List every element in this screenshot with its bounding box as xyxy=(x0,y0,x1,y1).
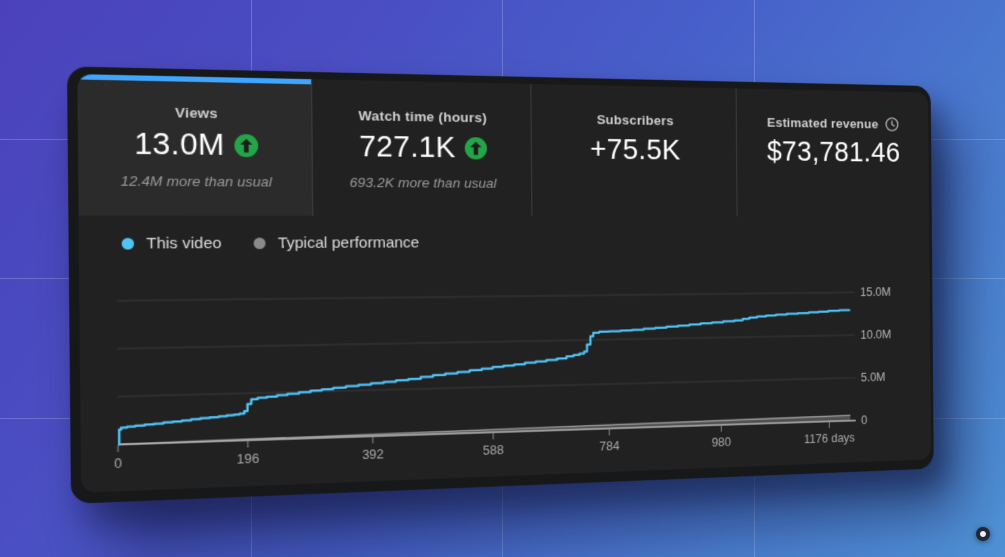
y-tick-label: 5.0M xyxy=(861,370,886,384)
tab-label: Views xyxy=(78,102,312,123)
x-tick-label: 980 xyxy=(712,435,732,450)
metric-value: 13.0M xyxy=(134,126,225,162)
views-line-chart[interactable]: 0 196 392 588 784 980 1176 days 15.0M 10.0M 5.0M 0 xyxy=(96,278,918,483)
y-gridline xyxy=(117,335,855,349)
up-arrow-icon xyxy=(234,134,259,158)
typical-performance-line xyxy=(118,415,850,444)
legend-dot-typical-performance xyxy=(254,237,266,250)
cursor-indicator xyxy=(976,527,990,541)
x-tick-label: 196 xyxy=(237,451,260,467)
legend-item-this-video: This video xyxy=(121,234,222,253)
x-tick-label: 392 xyxy=(362,446,384,462)
tab-label: Estimated revenue xyxy=(737,114,929,132)
legend-label: This video xyxy=(146,234,222,253)
tab-watch-time[interactable]: Watch time (hours) 727.1K 693.2K more th… xyxy=(311,79,532,216)
y-tick-label: 10.0M xyxy=(860,328,891,342)
tab-label-text: Views xyxy=(174,104,218,121)
legend-label: Typical performance xyxy=(277,234,420,253)
x-tick-label: 588 xyxy=(483,442,504,457)
x-axis-line xyxy=(118,421,856,445)
up-arrow-icon xyxy=(464,137,487,160)
legend-dot-this-video xyxy=(121,237,135,250)
metric-note: 693.2K more than usual xyxy=(349,174,497,191)
metric-value: 727.1K xyxy=(358,130,456,164)
clock-icon[interactable] xyxy=(885,116,900,132)
legend-item-typical-performance: Typical performance xyxy=(254,234,419,252)
analytics-card-wrap: Views 13.0M 12.4M more than usual Watch … xyxy=(66,66,934,504)
chart-legend: This video Typical performance xyxy=(121,234,419,253)
metric-value: +75.5K xyxy=(589,133,681,166)
x-tick-label: 1176 days xyxy=(804,430,855,446)
tab-views[interactable]: Views 13.0M 12.4M more than usual xyxy=(77,74,313,216)
tab-label-text: Watch time (hours) xyxy=(358,107,487,125)
y-gridline xyxy=(117,292,855,300)
metric-value: $73,781.46 xyxy=(766,135,901,168)
tab-estimated-revenue[interactable]: Estimated revenue $73,781.46 xyxy=(735,88,930,217)
x-tick-label: 784 xyxy=(599,438,619,453)
metric-tab-strip: Views 13.0M 12.4M more than usual Watch … xyxy=(77,74,930,217)
x-tick-label: 0 xyxy=(114,455,122,471)
y-tick-label: 0 xyxy=(861,413,867,427)
tab-subscribers[interactable]: Subscribers +75.5K xyxy=(530,83,737,217)
metric-note: 12.4M more than usual xyxy=(120,172,273,190)
screenshot-stage: Views 13.0M 12.4M more than usual Watch … xyxy=(0,0,1005,557)
tab-label-text: Subscribers xyxy=(596,111,674,128)
y-gridline xyxy=(118,378,856,397)
y-tick-label: 15.0M xyxy=(860,285,891,299)
tab-label-text: Estimated revenue xyxy=(766,114,879,131)
analytics-card: Views 13.0M 12.4M more than usual Watch … xyxy=(77,74,932,493)
tab-label: Subscribers xyxy=(532,110,736,129)
tab-label: Watch time (hours) xyxy=(312,106,530,126)
